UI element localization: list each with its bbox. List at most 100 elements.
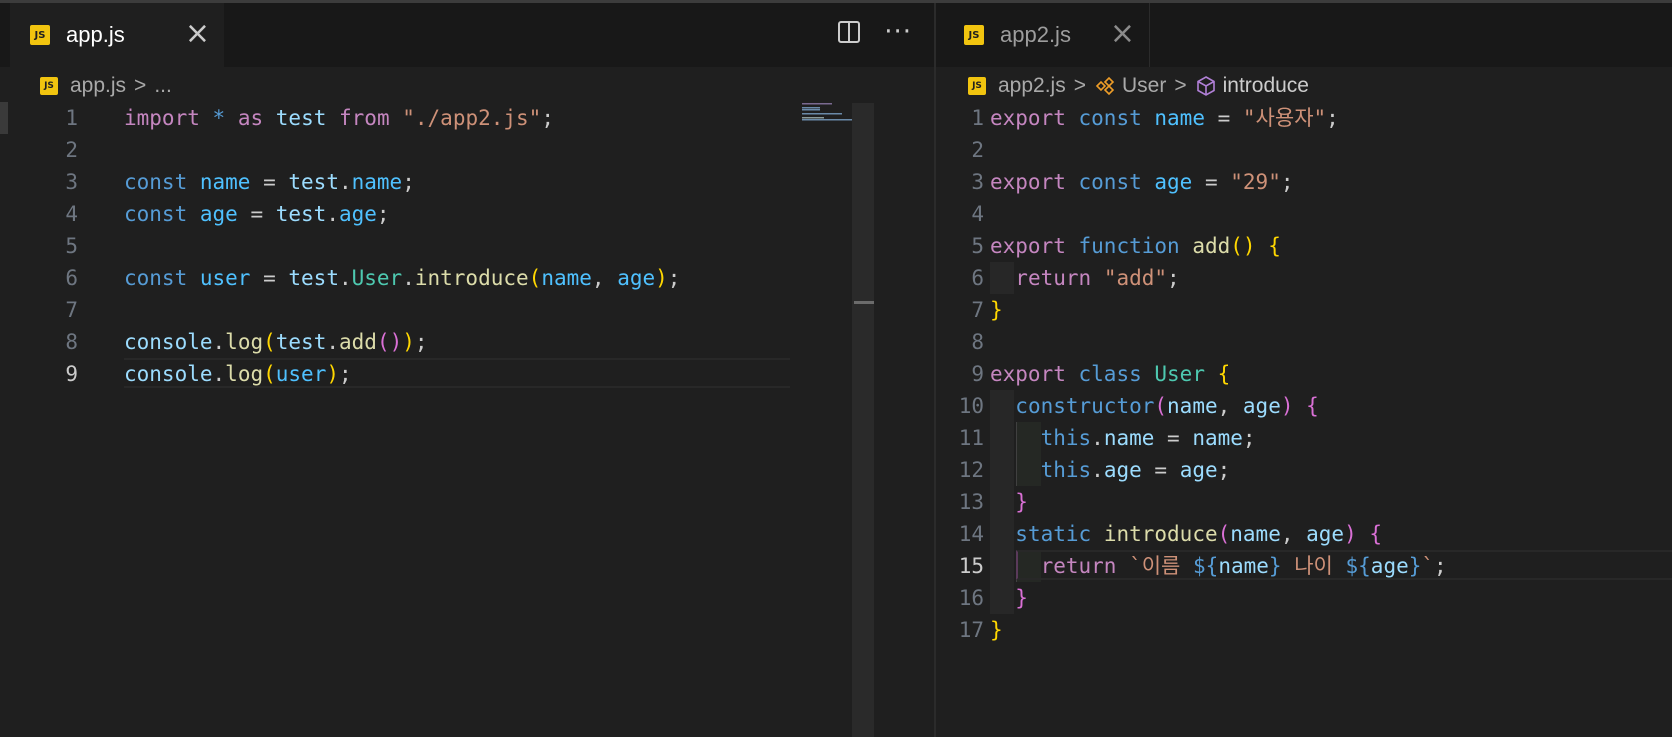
code-token: . bbox=[1091, 458, 1104, 482]
tab-bar: JS app.js × ··· bbox=[0, 3, 934, 67]
code-token: ; bbox=[414, 330, 428, 354]
code-line[interactable]: 4 const age = test.age; bbox=[0, 198, 934, 230]
code-line[interactable]: 5 export function add() { bbox=[936, 230, 1672, 262]
code-token: { bbox=[1217, 362, 1231, 386]
code-token: ) bbox=[326, 362, 339, 386]
code-token: } bbox=[990, 298, 1003, 322]
code-token: . bbox=[212, 330, 226, 354]
code-line[interactable]: 10 constructor(name, age) { bbox=[936, 390, 1672, 422]
code-token: log bbox=[225, 330, 264, 354]
line-number: 1 bbox=[65, 106, 78, 130]
split-editor-icon[interactable] bbox=[838, 21, 861, 43]
class-symbol-icon bbox=[1095, 76, 1115, 96]
code-token: ${ bbox=[1345, 554, 1371, 578]
code-line[interactable]: 8 console.log(test.add()); bbox=[0, 326, 934, 358]
line-number: 2 bbox=[65, 138, 78, 162]
line-number: 17 bbox=[958, 618, 984, 642]
close-icon[interactable]: × bbox=[185, 19, 210, 49]
breadcrumb-file[interactable]: app.js bbox=[70, 74, 126, 98]
code-token: name bbox=[1192, 426, 1243, 450]
code-token: . bbox=[338, 266, 352, 290]
code-editor[interactable]: 1 import * as test from "./app2.js"; 2 3 con… bbox=[0, 102, 934, 737]
breadcrumb-class[interactable]: User bbox=[1122, 74, 1166, 98]
tab-app-js[interactable]: JS app.js × bbox=[10, 3, 224, 67]
code-token: age bbox=[617, 266, 656, 290]
vertical-scrollbar[interactable] bbox=[852, 103, 874, 737]
chevron-right-icon: > bbox=[1174, 74, 1187, 97]
code-line[interactable]: 9 console.log(user); bbox=[0, 358, 934, 390]
code-line[interactable]: 14 static introduce(name, age) { bbox=[936, 518, 1672, 550]
code-token: { bbox=[1369, 522, 1383, 546]
code-token: "./app2.js" bbox=[402, 106, 542, 130]
code-token: test bbox=[275, 330, 327, 354]
code-line[interactable]: 16 } bbox=[936, 582, 1672, 614]
code-token: () bbox=[376, 330, 403, 354]
code-token: export bbox=[990, 362, 1066, 386]
code-token: = bbox=[1154, 426, 1193, 450]
tab-app2-js[interactable]: JS app2.js × bbox=[944, 3, 1150, 67]
breadcrumb-file[interactable]: app2.js bbox=[998, 74, 1066, 98]
code-line[interactable]: 2 bbox=[936, 134, 1672, 166]
code-line[interactable]: 9 export class User { bbox=[936, 358, 1672, 390]
code-line[interactable]: 15 return `이름 ${name} 나이 ${age}`; bbox=[936, 550, 1672, 582]
code-line[interactable]: 6 return "add"; bbox=[936, 262, 1672, 294]
line-number: 5 bbox=[971, 234, 984, 258]
code-token: user bbox=[275, 362, 327, 386]
code-line[interactable]: 1 import * as test from "./app2.js"; bbox=[0, 102, 934, 134]
breadcrumb-ellipsis[interactable]: ... bbox=[154, 74, 172, 98]
code-line[interactable]: 8 bbox=[936, 326, 1672, 358]
code-line[interactable]: 11 this.name = name; bbox=[936, 422, 1672, 454]
code-token: log bbox=[225, 362, 264, 386]
line-number: 6 bbox=[971, 266, 984, 290]
code-line[interactable]: 3 export const age = "29"; bbox=[936, 166, 1672, 198]
code-line[interactable]: 12 this.age = age; bbox=[936, 454, 1672, 486]
code-text: constructor(name, age) { bbox=[990, 390, 1319, 422]
code-line[interactable]: 4 bbox=[936, 198, 1672, 230]
code-token: this bbox=[1040, 458, 1092, 482]
method-symbol-icon bbox=[1196, 76, 1215, 96]
code-text: console.log(user); bbox=[124, 358, 352, 390]
code-token: , bbox=[591, 266, 618, 290]
code-token: from bbox=[339, 106, 390, 130]
code-line[interactable]: 6 const user = test.User.introduce(name, … bbox=[0, 262, 934, 294]
code-token: age bbox=[1103, 458, 1142, 482]
line-number: 8 bbox=[971, 330, 984, 354]
code-line[interactable]: 3 const name = test.name; bbox=[0, 166, 934, 198]
code-token: test bbox=[275, 202, 327, 226]
code-token: user bbox=[199, 266, 251, 290]
code-line[interactable]: 1 export const name = "사용자"; bbox=[936, 102, 1672, 134]
code-text: const name = test.name; bbox=[124, 166, 415, 198]
more-actions-icon[interactable]: ··· bbox=[884, 19, 912, 45]
code-line[interactable]: 7} bbox=[936, 294, 1672, 326]
minimap[interactable] bbox=[802, 103, 854, 125]
code-line[interactable]: 2 bbox=[0, 134, 934, 166]
code-token: "29" bbox=[1230, 170, 1281, 194]
code-line[interactable]: 7 bbox=[0, 294, 934, 326]
code-line[interactable]: 17} bbox=[936, 614, 1672, 646]
code-token: class bbox=[1078, 362, 1142, 386]
code-token: . bbox=[212, 362, 226, 386]
code-token: export bbox=[990, 106, 1066, 130]
code-token: export bbox=[990, 234, 1066, 258]
scrollbar-cursor-marker bbox=[854, 301, 874, 304]
code-line[interactable]: 13 } bbox=[936, 486, 1672, 518]
code-text: console.log(test.add()); bbox=[124, 326, 428, 358]
breadcrumb-method[interactable]: introduce bbox=[1223, 74, 1309, 98]
close-icon[interactable]: × bbox=[1110, 19, 1135, 49]
code-editor[interactable]: 1 export const name = "사용자"; 2 3 export cons… bbox=[936, 102, 1672, 737]
code-text: import * as test from "./app2.js"; bbox=[124, 102, 554, 134]
code-line[interactable]: 5 bbox=[0, 230, 934, 262]
line-number: 7 bbox=[65, 298, 78, 322]
